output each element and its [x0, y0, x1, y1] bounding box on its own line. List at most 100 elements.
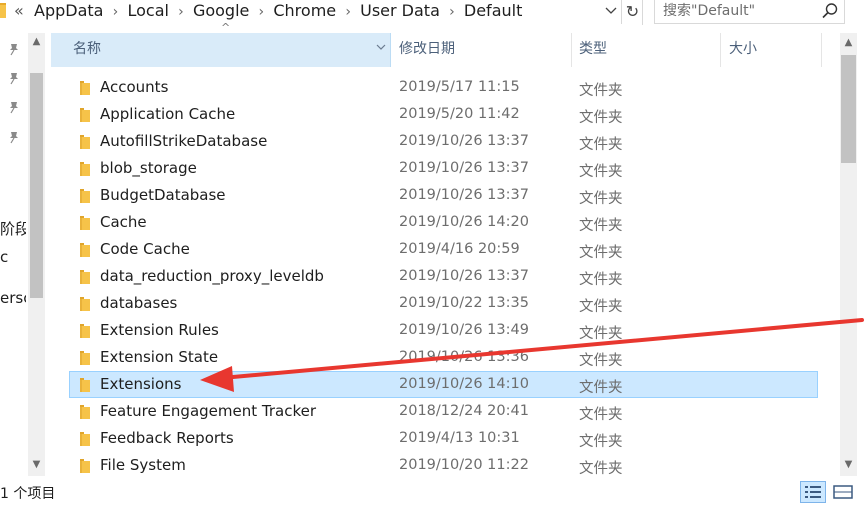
- file-list-scrollbar[interactable]: ▲ ▼: [840, 33, 857, 476]
- file-row[interactable]: databases 2019/10/22 13:35 文件夹: [69, 290, 818, 317]
- address-bar[interactable]: « AppData › Local › Google › Chrome › User Data ›…: [0, 0, 643, 25]
- details-view-button[interactable]: [800, 481, 826, 503]
- breadcrumb-local[interactable]: Local: [127, 1, 168, 20]
- file-type: 文件夹: [579, 461, 623, 477]
- nav-item-label[interactable]: ersc: [0, 289, 26, 307]
- folder-icon: [80, 162, 90, 176]
- file-type: 文件夹: [579, 83, 623, 99]
- details-view-icon: [805, 486, 821, 498]
- search-box[interactable]: [654, 0, 845, 24]
- pin-icon[interactable]: [7, 71, 21, 85]
- search-icon[interactable]: [821, 2, 839, 20]
- file-row[interactable]: Accounts 2019/5/17 11:15 文件夹: [69, 74, 818, 101]
- file-modified-date: 2019/10/26 13:37: [399, 268, 529, 284]
- file-type: 文件夹: [579, 245, 623, 261]
- pin-icon[interactable]: [7, 42, 21, 56]
- file-name[interactable]: Application Cache: [100, 105, 235, 123]
- scroll-down-icon[interactable]: ▼: [28, 459, 45, 473]
- file-name[interactable]: Extension State: [100, 348, 218, 366]
- folder-icon: [80, 216, 90, 230]
- chevron-right-icon[interactable]: ›: [440, 4, 464, 20]
- nav-item-label[interactable]: c: [0, 248, 26, 266]
- address-history-dropdown[interactable]: [602, 2, 620, 22]
- column-filter-dropdown[interactable]: [373, 33, 389, 67]
- folder-icon: [80, 405, 90, 419]
- column-header-size[interactable]: 大小: [722, 33, 822, 67]
- file-row[interactable]: Extensions 2019/10/26 14:10 文件夹: [69, 371, 818, 398]
- column-header-name-label: 名称: [73, 41, 101, 57]
- file-row[interactable]: Cache 2019/10/26 14:20 文件夹: [69, 209, 818, 236]
- file-name[interactable]: data_reduction_proxy_leveldb: [100, 267, 324, 285]
- file-modified-date: 2019/10/26 14:20: [399, 214, 529, 230]
- address-bar-row: « AppData › Local › Google › Chrome › User Data ›…: [0, 0, 865, 25]
- column-header-type[interactable]: 类型: [573, 33, 721, 67]
- file-modified-date: 2019/10/26 13:37: [399, 133, 529, 149]
- file-modified-date: 2019/10/20 11:22: [399, 457, 529, 473]
- column-header-row: ^ 名称 修改日期 类型 大小: [51, 22, 834, 67]
- file-type: 文件夹: [579, 326, 623, 342]
- folder-icon: [80, 351, 90, 365]
- file-list-scrollbar-thumb[interactable]: [841, 55, 856, 163]
- file-row[interactable]: Application Cache 2019/5/20 11:42 文件夹: [69, 101, 818, 128]
- large-icons-view-icon: [833, 485, 853, 499]
- pin-icon[interactable]: [7, 130, 21, 144]
- file-name[interactable]: databases: [100, 294, 177, 312]
- file-row[interactable]: AutofillStrikeDatabase 2019/10/26 13:37 文件…: [69, 128, 818, 155]
- file-name[interactable]: Feature Engagement Tracker: [100, 402, 316, 420]
- search-input[interactable]: [663, 1, 813, 21]
- breadcrumb-google[interactable]: Google: [193, 1, 249, 20]
- nav-scrollbar[interactable]: ▲ ▼: [28, 33, 45, 476]
- nav-scrollbar-thumb[interactable]: [30, 73, 43, 298]
- pin-icon[interactable]: [7, 100, 21, 114]
- item-count: 1 个项目: [0, 486, 56, 502]
- file-row[interactable]: Extension State 2019/10/26 13:36 文件夹: [69, 344, 818, 371]
- breadcrumb-overflow-button[interactable]: «: [14, 1, 24, 20]
- scroll-down-icon[interactable]: ▼: [840, 459, 857, 473]
- file-row[interactable]: data_reduction_proxy_leveldb 2019/10/26 1…: [69, 263, 818, 290]
- chevron-right-icon[interactable]: ›: [103, 4, 127, 20]
- file-type: 文件夹: [579, 272, 623, 288]
- large-icons-view-button[interactable]: [831, 481, 855, 503]
- chevron-down-icon: [605, 7, 617, 14]
- breadcrumb-chrome[interactable]: Chrome: [273, 1, 336, 20]
- file-row[interactable]: File System 2019/10/20 11:22 文件夹: [69, 452, 818, 479]
- file-name[interactable]: File System: [100, 456, 186, 474]
- folder-icon: [0, 3, 6, 18]
- file-name[interactable]: Extensions: [100, 375, 181, 393]
- file-modified-date: 2019/10/22 13:35: [399, 295, 529, 311]
- file-row[interactable]: blob_storage 2019/10/26 13:37 文件夹: [69, 155, 818, 182]
- file-name[interactable]: Cache: [100, 213, 147, 231]
- refresh-button[interactable]: ↻: [621, 0, 643, 24]
- breadcrumb-appdata[interactable]: AppData: [34, 1, 103, 20]
- file-row[interactable]: Extension Rules 2019/10/26 13:49 文件夹: [69, 317, 818, 344]
- file-row[interactable]: Feedback Reports 2019/4/13 10:31 文件夹: [69, 425, 818, 452]
- column-header-date[interactable]: 修改日期: [392, 33, 572, 67]
- file-type: 文件夹: [579, 137, 623, 153]
- file-row[interactable]: Code Cache 2019/4/16 20:59 文件夹: [69, 236, 818, 263]
- sort-ascending-icon: ^: [221, 21, 231, 34]
- file-name[interactable]: Code Cache: [100, 240, 190, 258]
- scroll-up-icon[interactable]: ▲: [28, 36, 45, 50]
- chevron-right-icon[interactable]: ›: [336, 4, 360, 20]
- column-header-name[interactable]: ^ 名称: [51, 22, 391, 67]
- folder-icon: [80, 378, 90, 392]
- breadcrumb-default[interactable]: Default: [464, 1, 522, 20]
- file-modified-date: 2019/10/26 13:37: [399, 160, 529, 176]
- file-name[interactable]: Extension Rules: [100, 321, 219, 339]
- file-name[interactable]: Feedback Reports: [100, 429, 234, 447]
- file-modified-date: 2019/5/20 11:42: [399, 106, 520, 122]
- folder-icon: [80, 135, 90, 149]
- file-name[interactable]: Accounts: [100, 78, 168, 96]
- nav-item-label[interactable]: 阶段: [0, 218, 26, 239]
- chevron-right-icon[interactable]: ›: [249, 4, 273, 20]
- file-row[interactable]: BudgetDatabase 2019/10/26 13:37 文件夹: [69, 182, 818, 209]
- chevron-right-icon[interactable]: ›: [169, 4, 193, 20]
- file-name[interactable]: blob_storage: [100, 159, 197, 177]
- file-type: 文件夹: [579, 164, 623, 180]
- file-row[interactable]: Feature Engagement Tracker 2018/12/24 20:…: [69, 398, 818, 425]
- file-name[interactable]: BudgetDatabase: [100, 186, 226, 204]
- scroll-up-icon[interactable]: ▲: [840, 37, 857, 51]
- breadcrumb-user-data[interactable]: User Data: [360, 1, 440, 20]
- file-name[interactable]: AutofillStrikeDatabase: [100, 132, 267, 150]
- folder-icon: [80, 270, 90, 284]
